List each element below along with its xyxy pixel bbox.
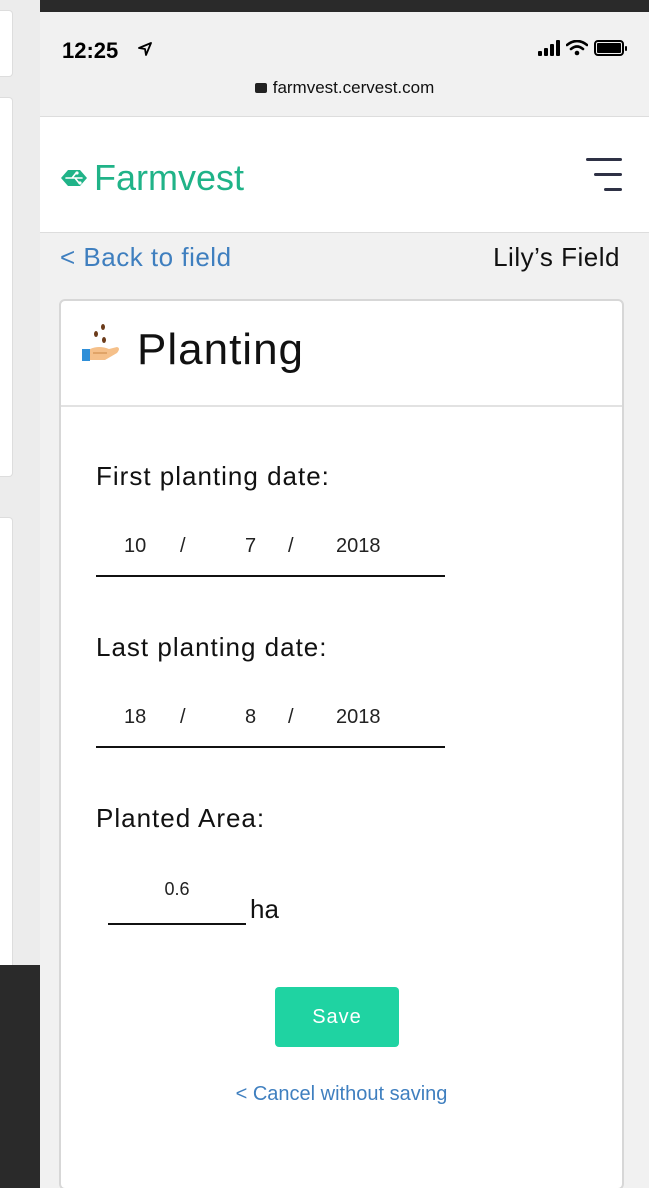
first-date-month: 7	[245, 535, 257, 557]
last-date-month: 8	[245, 706, 257, 728]
status-time: 12:25	[62, 38, 119, 63]
background-card	[0, 97, 13, 477]
last-planting-date-input[interactable]: 18 / 8 / 2018	[96, 706, 445, 748]
save-button[interactable]: Save	[275, 987, 399, 1047]
top-edge	[40, 0, 649, 12]
system-icons	[538, 40, 627, 56]
status-bar: 12:25	[40, 12, 649, 63]
app-navbar: Farmvest	[40, 116, 649, 233]
planting-card: Planting First planting date: 10 / 7 / 2…	[59, 299, 624, 1188]
date-separator: /	[288, 535, 294, 557]
date-separator: /	[180, 706, 186, 728]
last-planting-date-label: Last planting date:	[96, 632, 328, 662]
first-planting-date-input[interactable]: 10 / 7 / 2018	[96, 535, 445, 577]
back-to-field-link[interactable]: < Back to field	[60, 242, 232, 273]
card-title: Planting	[137, 325, 305, 374]
last-date-day: 18	[124, 706, 147, 728]
wifi-icon	[566, 40, 588, 56]
field-name: Lily’s Field	[493, 242, 620, 272]
date-separator: /	[288, 706, 294, 728]
brand-logo-link[interactable]: Farmvest	[60, 157, 244, 199]
hamburger-menu-icon[interactable]	[586, 158, 622, 192]
cellular-signal-icon	[538, 40, 560, 56]
area-unit: ha	[250, 894, 279, 924]
lock-icon	[254, 83, 267, 93]
planted-area-input[interactable]: 0.6	[108, 879, 246, 925]
url-text: farmvest.cervest.com	[272, 78, 435, 97]
address-bar[interactable]: farmvest.cervest.com	[40, 78, 649, 98]
phone-screen: 12:25 farmvest.cervest.com Farmvest < Ba…	[40, 0, 649, 1188]
first-date-year: 2018	[336, 535, 381, 557]
background-dark-panel	[0, 965, 40, 1188]
battery-icon	[594, 40, 627, 56]
location-arrow-icon	[138, 42, 152, 56]
first-planting-date-label: First planting date:	[96, 461, 330, 491]
background-card	[0, 517, 13, 991]
cancel-without-saving-link[interactable]: < Cancel without saving	[61, 1083, 622, 1106]
leaf-logo-icon	[61, 170, 87, 186]
brand-name: Farmvest	[94, 157, 245, 198]
date-separator: /	[180, 535, 186, 557]
last-date-year: 2018	[336, 706, 381, 728]
first-date-day: 10	[124, 535, 147, 557]
background-card	[0, 10, 13, 77]
card-header: Planting	[61, 301, 622, 407]
planted-area-label: Planted Area:	[96, 803, 266, 833]
hand-planting-seeds-icon	[82, 324, 119, 361]
